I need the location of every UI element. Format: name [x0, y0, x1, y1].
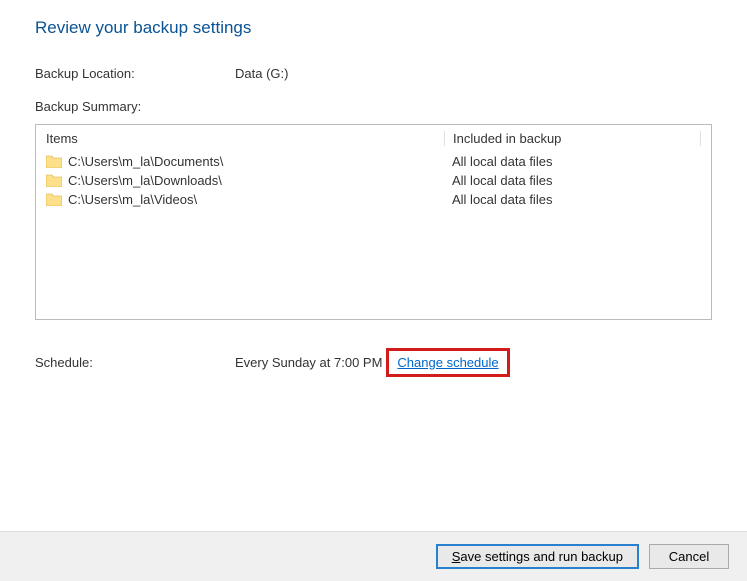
- column-header-items[interactable]: Items: [46, 131, 444, 146]
- backup-summary-label: Backup Summary:: [35, 99, 712, 114]
- backup-location-value: Data (G:): [235, 66, 712, 81]
- backup-location-label: Backup Location:: [35, 66, 235, 81]
- folder-icon: [46, 174, 62, 187]
- schedule-row: Schedule: Every Sunday at 7:00 PM Change…: [35, 348, 712, 377]
- schedule-label: Schedule:: [35, 355, 235, 370]
- item-path: C:\Users\m_la\Downloads\: [68, 173, 444, 188]
- schedule-value: Every Sunday at 7:00 PM: [235, 355, 382, 370]
- save-settings-run-backup-button[interactable]: Save settings and run backup: [436, 544, 639, 569]
- folder-icon: [46, 155, 62, 168]
- list-item[interactable]: C:\Users\m_la\Documents\ All local data …: [46, 152, 701, 171]
- item-included: All local data files: [444, 154, 701, 169]
- highlight-box: Change schedule: [386, 348, 509, 377]
- list-item[interactable]: C:\Users\m_la\Videos\ All local data fil…: [46, 190, 701, 209]
- item-path: C:\Users\m_la\Videos\: [68, 192, 444, 207]
- page-title: Review your backup settings: [35, 18, 712, 38]
- item-included: All local data files: [444, 173, 701, 188]
- summary-header: Items Included in backup: [36, 125, 711, 152]
- summary-rows: C:\Users\m_la\Documents\ All local data …: [36, 152, 711, 209]
- list-item[interactable]: C:\Users\m_la\Downloads\ All local data …: [46, 171, 701, 190]
- column-header-included[interactable]: Included in backup: [444, 131, 701, 146]
- cancel-button[interactable]: Cancel: [649, 544, 729, 569]
- folder-icon: [46, 193, 62, 206]
- item-included: All local data files: [444, 192, 701, 207]
- save-button-rest: ave settings and run backup: [460, 549, 623, 564]
- backup-location-row: Backup Location: Data (G:): [35, 66, 712, 81]
- backup-summary-box: Items Included in backup C:\Users\m_la\D…: [35, 124, 712, 320]
- footer-bar: Save settings and run backup Cancel: [0, 531, 747, 581]
- item-path: C:\Users\m_la\Documents\: [68, 154, 444, 169]
- change-schedule-link[interactable]: Change schedule: [397, 355, 498, 370]
